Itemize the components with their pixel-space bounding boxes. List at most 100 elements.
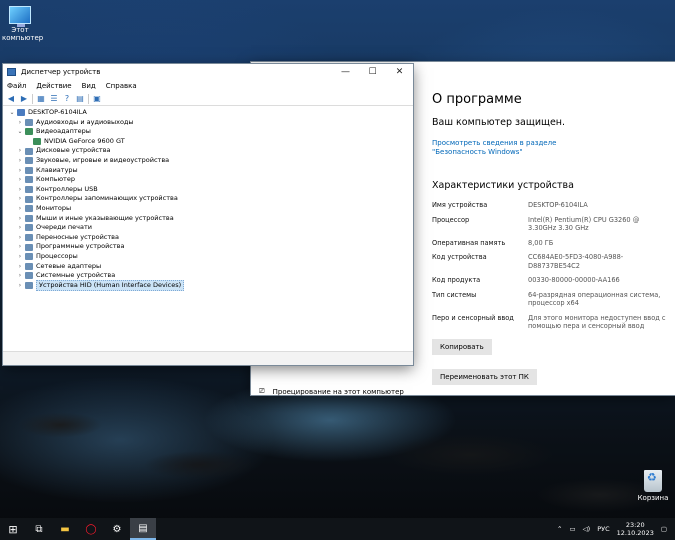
chevron-right-icon[interactable]: › bbox=[15, 118, 25, 128]
tree-root[interactable]: ⌄ DESKTOP-6104ILA bbox=[7, 108, 413, 118]
chevron-right-icon[interactable]: › bbox=[15, 185, 25, 195]
close-button[interactable]: ✕ bbox=[386, 64, 413, 79]
chevron-right-icon[interactable]: › bbox=[15, 233, 25, 243]
spec-row-ram: Оперативная память 8,00 ГБ bbox=[432, 238, 554, 247]
tree-item[interactable]: › Сетевые адаптеры bbox=[7, 262, 413, 272]
task-view-icon: ⧉ bbox=[35, 523, 43, 535]
notifications-icon[interactable]: ▢ bbox=[661, 525, 667, 533]
chevron-right-icon[interactable]: › bbox=[15, 214, 25, 224]
this-pc-desktop-icon[interactable]: Этот компьютер bbox=[2, 6, 44, 42]
keyboard-icon bbox=[25, 166, 33, 174]
chevron-right-icon[interactable]: › bbox=[15, 262, 25, 272]
back-icon[interactable]: ◀ bbox=[6, 94, 16, 104]
tree-item[interactable]: › Переносные устройства bbox=[7, 233, 413, 243]
view-icon[interactable]: ▤ bbox=[75, 94, 85, 104]
help-icon[interactable]: ? bbox=[62, 94, 72, 104]
this-pc-label-1: Этот bbox=[11, 26, 29, 34]
taskbar-settings[interactable]: ⚙ bbox=[104, 518, 130, 540]
chevron-right-icon[interactable]: › bbox=[15, 242, 25, 252]
tree-item[interactable]: › Мониторы bbox=[7, 204, 413, 214]
copy-button[interactable]: Копировать bbox=[432, 338, 492, 355]
spec-row-product-id: Код продукта 00330-80000-00000-AA166 bbox=[432, 276, 620, 284]
maximize-button[interactable]: ☐ bbox=[359, 64, 386, 79]
tree-item[interactable]: › Контроллеры USB bbox=[7, 185, 413, 195]
tree-item[interactable]: › Звуковые, игровые и видеоустройства bbox=[7, 156, 413, 166]
taskbar-device-manager[interactable]: ▤ bbox=[130, 518, 156, 540]
devmgr-title: Диспетчер устройств bbox=[21, 67, 101, 76]
windows-logo-icon: ⊞ bbox=[8, 522, 18, 536]
spec-row-pen-touch: Перо и сенсорный ввод Для этого монитора … bbox=[432, 313, 666, 331]
clock-date: 12.10.2023 bbox=[616, 529, 654, 537]
tree-item[interactable]: › Дисковые устройства bbox=[7, 146, 413, 156]
start-button[interactable]: ⊞ bbox=[0, 518, 26, 540]
usb-icon bbox=[25, 186, 33, 194]
tree-child-item[interactable]: NVIDIA GeForce 9600 GT bbox=[7, 137, 413, 147]
chevron-down-icon[interactable]: ⌄ bbox=[7, 108, 17, 118]
this-pc-label-2: компьютер bbox=[2, 34, 44, 42]
task-view-button[interactable]: ⧉ bbox=[26, 518, 52, 540]
minimize-button[interactable]: — bbox=[332, 64, 359, 79]
gpu-icon bbox=[33, 138, 41, 146]
spec-row-system-type: Тип системы 64-разрядная операционная сис… bbox=[432, 290, 661, 308]
menu-help[interactable]: Справка bbox=[106, 82, 137, 90]
chevron-right-icon[interactable]: › bbox=[15, 281, 25, 291]
chevron-right-icon[interactable]: › bbox=[15, 204, 25, 214]
security-link[interactable]: Просмотреть сведения в разделе "Безопасн… bbox=[432, 139, 607, 157]
list-icon[interactable]: ☰ bbox=[49, 94, 59, 104]
computer-icon bbox=[17, 109, 25, 117]
language-indicator[interactable]: РУС bbox=[597, 525, 609, 533]
chevron-down-icon[interactable]: ⌄ bbox=[15, 127, 25, 137]
tree-item[interactable]: › Компьютер bbox=[7, 175, 413, 185]
chevron-right-icon[interactable]: › bbox=[15, 175, 25, 185]
recycle-bin-label: Корзина bbox=[637, 494, 669, 502]
tree-item[interactable]: › Мыши и иные указывающие устройства bbox=[7, 214, 413, 224]
projection-item[interactable]: ⎚ Проецирование на этот компьютер bbox=[259, 387, 404, 396]
tree-item[interactable]: › Процессоры bbox=[7, 252, 413, 262]
chevron-right-icon[interactable]: › bbox=[15, 146, 25, 156]
volume-icon[interactable]: ◁) bbox=[583, 525, 591, 533]
spec-row-device-id: Код устройства CC684AE0-5FD3-4080-A988-D8… bbox=[432, 253, 624, 270]
tree-item-selected[interactable]: › Устройства HID (Human Interface Devices… bbox=[7, 279, 413, 292]
spec-row-processor: Процессор Intel(R) Pentium(R) CPU G3260 @… bbox=[432, 215, 640, 233]
specs-list: Имя устройства DESKTOP-6104ILA Процессор I… bbox=[432, 201, 675, 331]
tree-item[interactable]: › Контроллеры запоминающих устройства bbox=[7, 194, 413, 204]
storage-controller-icon bbox=[25, 195, 33, 203]
opera-icon: ◯ bbox=[85, 523, 97, 535]
rename-pc-button[interactable]: Переименовать этот ПК bbox=[432, 368, 537, 385]
tree-item[interactable]: › Аудиовходы и аудиовыходы bbox=[7, 118, 413, 128]
chevron-right-icon[interactable]: › bbox=[15, 223, 25, 233]
taskbar-opera[interactable]: ◯ bbox=[78, 518, 104, 540]
computer-icon bbox=[25, 176, 33, 184]
tree-item[interactable]: › Программные устройства bbox=[7, 242, 413, 252]
network-adapter-icon bbox=[25, 262, 33, 270]
monitor-icon[interactable]: ▣ bbox=[92, 94, 102, 104]
tree-item[interactable]: › Очереди печати bbox=[7, 223, 413, 233]
menu-view[interactable]: Вид bbox=[82, 82, 96, 90]
menu-file[interactable]: Файл bbox=[7, 82, 26, 90]
tree-item[interactable]: ⌄ Видеоадаптеры bbox=[7, 127, 413, 137]
monitor-icon bbox=[25, 205, 33, 213]
properties-icon[interactable]: ▦ bbox=[36, 94, 46, 104]
chevron-right-icon[interactable]: › bbox=[15, 156, 25, 166]
network-icon[interactable]: ▭ bbox=[570, 525, 576, 533]
spec-row-device-name: Имя устройства DESKTOP-6104ILA bbox=[432, 201, 588, 209]
disk-icon bbox=[25, 147, 33, 155]
taskbar-file-explorer[interactable]: ▬ bbox=[52, 518, 78, 540]
menu-action[interactable]: Действие bbox=[36, 82, 71, 90]
chevron-up-icon[interactable]: ⌃ bbox=[557, 525, 562, 533]
chevron-right-icon[interactable]: › bbox=[15, 194, 25, 204]
tree-item[interactable]: › Клавиатуры bbox=[7, 166, 413, 176]
recycle-bin-desktop-icon[interactable]: Корзина bbox=[636, 470, 670, 502]
processor-icon bbox=[25, 253, 33, 261]
chevron-right-icon[interactable]: › bbox=[15, 271, 25, 281]
protection-status: Ваш компьютер защищен. bbox=[432, 117, 566, 128]
device-manager-window: Диспетчер устройств — ☐ ✕ Файл Действие … bbox=[3, 64, 413, 365]
forward-icon[interactable]: ▶ bbox=[19, 94, 29, 104]
devmgr-titlebar: Диспетчер устройств — ☐ ✕ bbox=[3, 64, 413, 79]
clock[interactable]: 23:20 12.10.2023 bbox=[617, 521, 654, 537]
chevron-right-icon[interactable]: › bbox=[15, 166, 25, 176]
menu-bar: Файл Действие Вид Справка bbox=[3, 79, 413, 92]
sound-icon bbox=[25, 157, 33, 165]
chevron-right-icon[interactable]: › bbox=[15, 252, 25, 262]
printer-icon bbox=[25, 224, 33, 232]
